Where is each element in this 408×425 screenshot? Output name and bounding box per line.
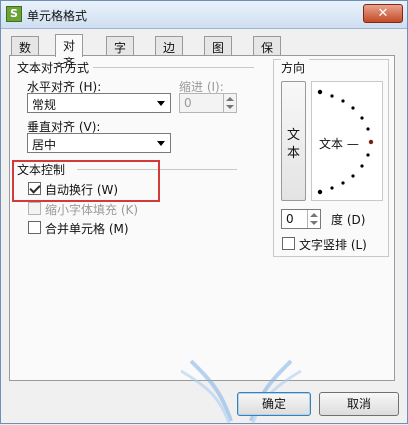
spin-down-icon [226,105,234,109]
tab-number[interactable]: 数字 [11,36,40,72]
stepper-buttons[interactable] [223,94,236,112]
app-logo-icon: S [6,6,22,22]
orientation-dial[interactable]: 文本 — [311,81,383,201]
merge-cells-label[interactable]: 合并单元格 (M) [45,220,129,237]
tab-font[interactable]: 字体 [106,36,135,72]
dial-text: 文本 — [319,137,359,151]
tab-pattern[interactable]: 图案 [204,36,233,72]
cancel-button[interactable]: 取消 [319,392,399,416]
alignment-separator [89,67,254,68]
spin-up-icon [226,97,234,101]
vertical-align-select[interactable]: 居中 [27,133,171,153]
vertical-text-button[interactable]: 文 本 [281,81,306,201]
tab-border[interactable]: 边框 [155,36,184,72]
spin-down-icon [310,221,318,225]
vertical-text-char-2: 本 [286,146,300,161]
close-button[interactable]: ✕ [363,4,403,23]
dialog-title: 单元格格式 [27,9,88,23]
indent-value: 0 [184,96,192,110]
vertical-text-checkbox[interactable] [282,237,295,250]
close-icon: ✕ [377,6,389,21]
stepper-buttons[interactable] [307,210,320,228]
shrink-to-fit-label[interactable]: 缩小字体填充 (K) [45,201,138,218]
chevron-down-icon [157,101,165,106]
chevron-down-icon [157,141,165,146]
degree-stepper[interactable]: 0 [281,209,321,229]
indent-stepper[interactable]: 0 [179,93,237,113]
tab-protection[interactable]: 保护 [253,36,282,72]
spin-up-icon [310,213,318,217]
format-cells-dialog: S 单元格格式 ✕ 数字 对齐 字体 边框 图案 保护 文本对齐方式 水平对齐 … [0,0,408,424]
horizontal-align-select[interactable]: 常规 [27,93,171,113]
ok-button[interactable]: 确定 [237,392,311,416]
shrink-to-fit-checkbox[interactable] [28,202,41,215]
merge-cells-checkbox[interactable] [28,221,41,234]
degree-value: 0 [286,212,294,226]
highlight-box [12,160,160,202]
degree-label: 度 (D) [331,213,366,227]
vertical-text-char-1: 文 [286,128,300,143]
vertical-align-value: 居中 [32,138,57,152]
horizontal-align-value: 常规 [32,98,57,112]
orientation-heading: 方向 [281,59,310,76]
vertical-text-label[interactable]: 文字竖排 (L) [299,236,367,253]
text-alignment-heading: 文本对齐方式 [17,59,94,76]
title-bar[interactable]: S 单元格格式 ✕ [1,1,407,29]
tab-alignment[interactable]: 对齐 [55,34,84,70]
